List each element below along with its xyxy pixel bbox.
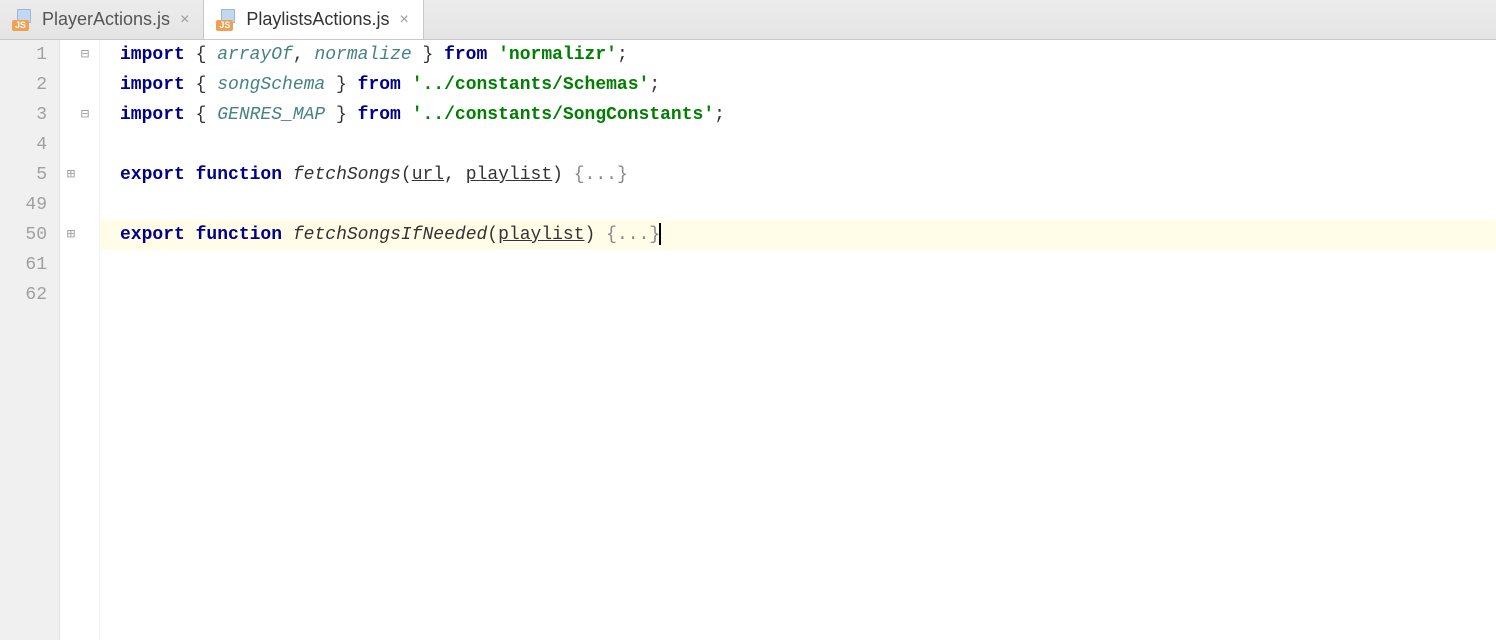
js-file-icon: [12, 9, 34, 31]
punct: ;: [617, 45, 628, 65]
fold-expand-icon[interactable]: ⊞: [64, 160, 78, 190]
fold-expand-icon[interactable]: ⊞: [64, 220, 78, 250]
punct: ;: [714, 105, 725, 125]
keyword: from: [358, 105, 401, 125]
line-number: 4: [0, 130, 47, 160]
fold-column: ⊟ ⊟ ⊞ ⊞: [60, 40, 100, 640]
js-file-icon: [216, 9, 238, 31]
keyword: import: [120, 75, 185, 95]
identifier: GENRES_MAP: [217, 105, 325, 125]
folded-region[interactable]: {...}: [606, 225, 660, 245]
tab-label: PlaylistsActions.js: [246, 9, 389, 30]
punct: {: [185, 75, 217, 95]
fold-collapse-icon[interactable]: ⊟: [78, 100, 92, 130]
line-number: 49: [0, 190, 47, 220]
string: 'normalizr': [498, 45, 617, 65]
folded-region[interactable]: {...}: [574, 165, 628, 185]
keyword: export: [120, 165, 185, 185]
close-icon[interactable]: ×: [397, 11, 410, 29]
punct: ): [552, 165, 574, 185]
identifier: songSchema: [217, 75, 325, 95]
tab-player-actions[interactable]: PlayerActions.js ×: [0, 0, 204, 39]
code-line[interactable]: [100, 190, 1496, 220]
punct: (: [401, 165, 412, 185]
code-line[interactable]: import { songSchema } from '../constants…: [100, 70, 1496, 100]
punct: }: [325, 75, 357, 95]
punct: ;: [649, 75, 660, 95]
punct: (: [487, 225, 498, 245]
keyword: from: [444, 45, 487, 65]
code-line[interactable]: [100, 130, 1496, 160]
code-line[interactable]: import { arrayOf, normalize } from 'norm…: [100, 40, 1496, 70]
code-line[interactable]: [100, 250, 1496, 280]
line-number: 3: [0, 100, 47, 130]
code-line[interactable]: import { GENRES_MAP } from '../constants…: [100, 100, 1496, 130]
fold-collapse-icon[interactable]: ⊟: [78, 40, 92, 70]
string: '../constants/SongConstants': [412, 105, 714, 125]
punct: }: [412, 45, 444, 65]
parameter: url: [412, 165, 444, 185]
keyword: import: [120, 105, 185, 125]
line-number: 2: [0, 70, 47, 100]
code-line-current[interactable]: export function fetchSongsIfNeeded(playl…: [100, 220, 1496, 250]
punct: ,: [293, 45, 315, 65]
tab-playlists-actions[interactable]: PlaylistsActions.js ×: [204, 0, 423, 39]
keyword: from: [358, 75, 401, 95]
tabs-bar: PlayerActions.js × PlaylistsActions.js ×: [0, 0, 1496, 40]
line-number: 61: [0, 250, 47, 280]
keyword: import: [120, 45, 185, 65]
parameter: playlist: [498, 225, 584, 245]
code-line[interactable]: export function fetchSongs(url, playlist…: [100, 160, 1496, 190]
punct: }: [325, 105, 357, 125]
function-name: fetchSongs: [293, 165, 401, 185]
identifier: arrayOf: [217, 45, 293, 65]
line-number: 50: [0, 220, 47, 250]
parameter: playlist: [466, 165, 552, 185]
keyword: function: [196, 165, 282, 185]
code-area[interactable]: import { arrayOf, normalize } from 'norm…: [100, 40, 1496, 640]
code-line[interactable]: [100, 280, 1496, 310]
string: '../constants/Schemas': [412, 75, 650, 95]
text-caret: [659, 223, 661, 245]
punct: ,: [444, 165, 466, 185]
function-name: fetchSongsIfNeeded: [293, 225, 487, 245]
line-number: 5: [0, 160, 47, 190]
keyword: function: [196, 225, 282, 245]
punct: ): [585, 225, 607, 245]
punct: {: [185, 105, 217, 125]
identifier: normalize: [314, 45, 411, 65]
editor: 1 2 3 4 5 49 50 61 62 ⊟ ⊟ ⊞ ⊞ import { a…: [0, 40, 1496, 640]
keyword: export: [120, 225, 185, 245]
close-icon[interactable]: ×: [178, 11, 191, 29]
line-gutter: 1 2 3 4 5 49 50 61 62: [0, 40, 60, 640]
punct: {: [185, 45, 217, 65]
line-number: 1: [0, 40, 47, 70]
line-number: 62: [0, 280, 47, 310]
tab-label: PlayerActions.js: [42, 9, 170, 30]
